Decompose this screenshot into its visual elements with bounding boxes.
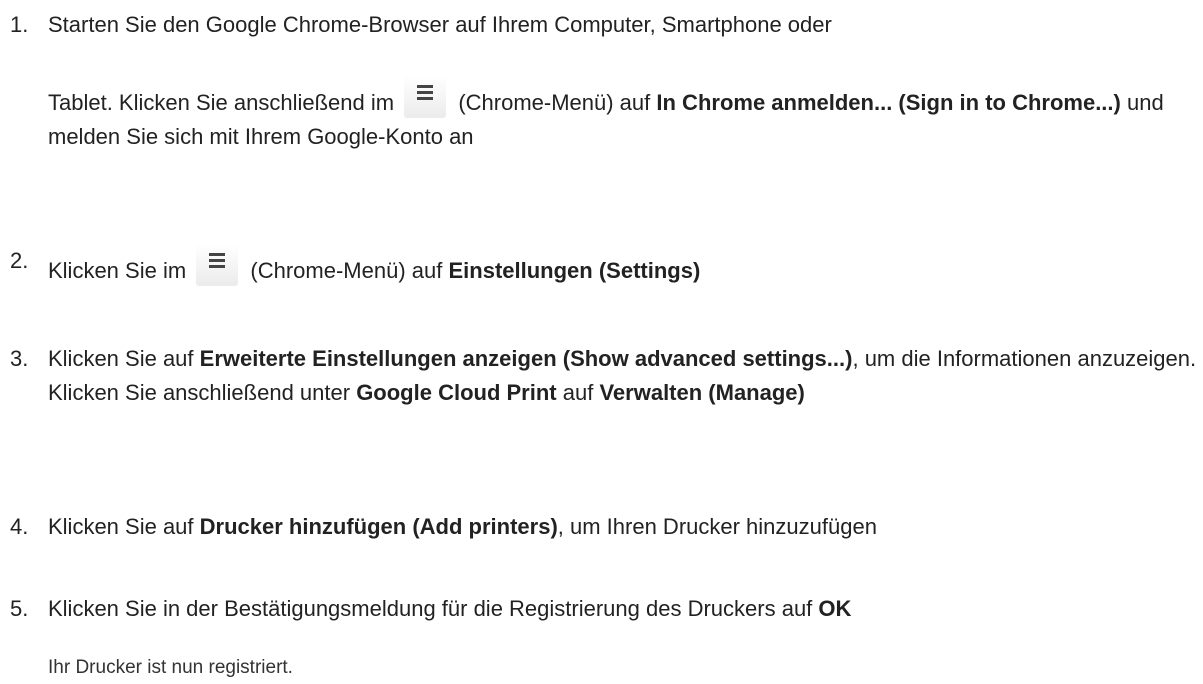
step-emphasis: Erweiterte Einstellungen anzeigen (Show … <box>199 346 853 371</box>
step-emphasis: Einstellungen (Settings) <box>448 258 701 283</box>
step-text-part: (Chrome-Menü) auf <box>250 258 443 283</box>
step-text: Klicken Sie im (Chrome-Menü) auf Einstel… <box>48 244 1200 288</box>
registration-note: Ihr Drucker ist nun registriert. <box>48 657 293 678</box>
step-number: 1. <box>10 12 29 37</box>
step-emphasis: Drucker hinzufügen (Add printers) <box>199 514 558 539</box>
step-text: Klicken Sie in der Bestätigungsmeldung f… <box>48 592 1200 626</box>
chrome-menu-icon <box>404 76 447 118</box>
step-text-part: Klicken Sie in der Bestätigungsmeldung f… <box>48 596 813 621</box>
step-text-part: Klicken Sie auf <box>48 514 194 539</box>
step-emphasis: Verwalten (Manage) <box>599 380 805 405</box>
step-emphasis: Google Cloud Print <box>356 380 557 405</box>
step-text-part: (Chrome-Menü) auf <box>458 90 651 115</box>
step-text-part: Tablet. Klicken Sie anschließend im <box>48 90 395 115</box>
step-number: 5. <box>10 596 29 621</box>
step-text-line1: Starten Sie den Google Chrome-Browser au… <box>48 12 832 37</box>
step-text-part: , um Ihren Drucker hinzuzufügen <box>557 514 877 539</box>
step-text-part: Klicken Sie auf <box>48 346 194 371</box>
step-number: 4. <box>10 514 29 539</box>
step-text: Starten Sie den Google Chrome-Browser au… <box>48 8 1200 154</box>
chrome-menu-icon <box>196 244 239 286</box>
step-text: Klicken Sie auf Drucker hinzufügen (Add … <box>48 510 1200 544</box>
step-text-part: Klicken Sie im <box>48 258 187 283</box>
step-text-part: auf <box>562 380 594 405</box>
step-3: 3. Klicken Sie auf Erweiterte Einstellun… <box>10 342 1200 410</box>
step-2: 2. Klicken Sie im (Chrome-Menü) auf Eins… <box>10 244 1200 288</box>
step-emphasis: OK <box>818 596 852 621</box>
step-number: 2. <box>10 248 29 273</box>
step-number: 3. <box>10 346 29 371</box>
step-1: 1. Starten Sie den Google Chrome-Browser… <box>10 8 1200 154</box>
step-text: Klicken Sie auf Erweiterte Einstellungen… <box>48 342 1200 410</box>
step-4: 4. Klicken Sie auf Drucker hinzufügen (A… <box>10 510 1200 544</box>
step-5: 5. Klicken Sie in der Bestätigungsmeldun… <box>10 592 1200 626</box>
step-emphasis: In Chrome anmelden... (Sign in to Chrome… <box>656 90 1121 115</box>
